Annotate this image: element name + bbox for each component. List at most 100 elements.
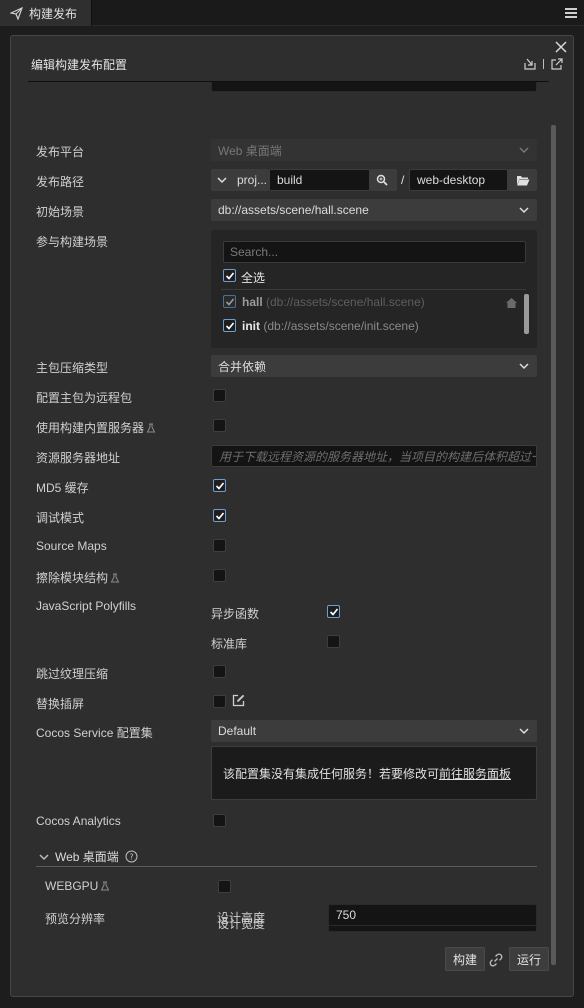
tab-build-publish[interactable]: 构建发布 — [0, 0, 92, 26]
polyfill-corejs-checkbox[interactable] — [327, 635, 340, 648]
platform-label: 发布平台 — [36, 145, 85, 159]
chevron-down-icon — [519, 207, 529, 214]
chevron-down-icon — [39, 853, 49, 860]
main-remote-checkbox[interactable] — [213, 389, 226, 402]
import-icon[interactable] — [524, 58, 536, 70]
home-icon — [506, 298, 517, 308]
header-actions — [524, 58, 563, 70]
replace-splash-label: 替换插屏 — [36, 697, 85, 711]
design-height-label: 设计高度 — [217, 911, 266, 925]
main-remote-label: 配置主包为远程包 — [36, 391, 133, 405]
compression-select[interactable]: 合并依赖 — [211, 355, 537, 377]
service-message: 该配置集没有集成任何服务！若要修改可 前往服务面板 — [211, 746, 537, 800]
help-icon[interactable]: ? — [125, 850, 138, 863]
run-button[interactable]: 运行 — [509, 947, 549, 971]
polyfills-label: JavaScript Polyfills — [36, 599, 137, 613]
skip-texture-checkbox[interactable] — [213, 665, 226, 678]
dialog-scrollbar[interactable] — [551, 125, 556, 965]
open-folder-button[interactable] — [508, 169, 537, 191]
erase-modules-label: 擦除模块结构 — [36, 569, 120, 586]
polyfill-async-checkbox[interactable] — [327, 605, 340, 618]
build-config-dialog: 编辑构建发布配置 发布平台 Web 桌面端 发布路径 proj... build… — [10, 35, 574, 997]
scene-divider — [221, 289, 526, 290]
link-icon[interactable] — [489, 953, 503, 967]
server-url-label: 资源服务器地址 — [36, 451, 121, 465]
web-section-header[interactable]: Web 桌面端 ? — [39, 848, 138, 865]
close-icon[interactable] — [555, 41, 567, 53]
scene-name: hall — [242, 295, 263, 309]
scene-search-input[interactable]: Search... — [223, 241, 526, 263]
scene-path: (db://assets/scene/init.scene) — [263, 319, 419, 333]
check-icon — [215, 512, 225, 520]
check-icon — [225, 298, 235, 306]
md5-label: MD5 缓存 — [36, 481, 89, 495]
scenes-label: 参与构建场景 — [36, 235, 109, 249]
compression-value: 合并依赖 — [218, 359, 267, 374]
hamburger-menu-icon[interactable] — [564, 6, 578, 20]
server-url-input[interactable]: 用于下载远程资源的服务器地址，当项目的构建后体积超过一 — [211, 445, 537, 467]
path-separator: / — [401, 173, 405, 187]
scene-init-checkbox[interactable] — [223, 319, 236, 332]
resolution-label: 预览分辨率 — [45, 912, 106, 926]
debug-checkbox[interactable] — [213, 509, 226, 522]
select-all-checkbox[interactable] — [223, 269, 236, 282]
source-maps-label: Source Maps — [36, 539, 107, 553]
replace-splash-checkbox[interactable] — [213, 695, 226, 708]
experimental-flask-icon — [110, 573, 120, 583]
start-scene-select[interactable]: db://assets/scene/hall.scene — [211, 199, 537, 221]
cocos-service-value: Default — [218, 724, 257, 738]
chevron-down-icon — [519, 363, 529, 370]
builtin-server-label: 使用构建内置服务器 — [36, 419, 156, 436]
scene-hall-checkbox[interactable] — [223, 295, 236, 308]
path-label: 发布路径 — [36, 175, 85, 189]
config-form: 发布平台 Web 桌面端 发布路径 proj... build / web-de… — [11, 82, 553, 932]
export-icon[interactable] — [551, 58, 563, 70]
path-folder-input[interactable]: build — [269, 169, 370, 191]
web-section-title: Web 桌面端 — [55, 850, 119, 864]
md5-checkbox[interactable] — [213, 479, 226, 492]
search-icon — [376, 174, 388, 186]
service-panel-link[interactable]: 前往服务面板 — [439, 765, 511, 782]
polyfill-corejs-label: 标准库 — [211, 637, 248, 651]
build-button[interactable]: 构建 — [445, 947, 485, 971]
start-scene-value: db://assets/scene/hall.scene — [218, 203, 369, 217]
check-icon — [215, 482, 225, 490]
source-maps-checkbox[interactable] — [213, 539, 226, 552]
check-icon — [225, 322, 235, 330]
scene-item[interactable]: hall (db://assets/scene/hall.scene) — [242, 295, 425, 309]
tab-bar: 构建发布 — [0, 0, 584, 26]
select-all-label: 全选 — [241, 271, 266, 285]
path-search-button[interactable] — [370, 169, 397, 191]
path-prefix-select[interactable]: proj... — [211, 169, 269, 191]
webgpu-checkbox[interactable] — [218, 880, 231, 893]
chevron-down-icon — [217, 177, 227, 184]
check-icon — [329, 608, 339, 616]
scene-list-panel: Search... 全选 hall (db://assets/scene/hal… — [211, 230, 537, 348]
platform-select[interactable]: Web 桌面端 — [211, 139, 537, 161]
start-scene-label: 初始场景 — [36, 205, 85, 219]
analytics-label: Cocos Analytics — [36, 814, 121, 828]
debug-label: 调试模式 — [36, 511, 85, 525]
cocos-service-label: Cocos Service 配置集 — [36, 726, 153, 740]
svg-text:?: ? — [129, 853, 133, 862]
edit-icon[interactable] — [232, 694, 245, 707]
compression-label: 主包压缩类型 — [36, 361, 109, 375]
scene-list-scrollbar[interactable] — [524, 294, 529, 334]
chevron-down-icon — [519, 728, 529, 735]
scene-path: (db://assets/scene/hall.scene) — [266, 295, 425, 309]
analytics-checkbox[interactable] — [213, 814, 226, 827]
chevron-down-icon — [519, 147, 529, 154]
game-name-input-clipped[interactable] — [211, 82, 537, 92]
path-subfolder-input[interactable]: web-desktop — [409, 169, 508, 191]
design-height-input[interactable]: 750 — [328, 904, 537, 926]
folder-open-icon — [517, 175, 530, 185]
check-icon — [225, 272, 235, 280]
erase-modules-checkbox[interactable] — [213, 569, 226, 582]
scene-item[interactable]: init (db://assets/scene/init.scene) — [242, 319, 419, 333]
builtin-server-checkbox[interactable] — [213, 419, 226, 432]
path-prefix: proj... — [237, 173, 268, 187]
polyfill-async-label: 异步函数 — [211, 607, 260, 621]
skip-texture-label: 跳过纹理压缩 — [36, 667, 109, 681]
webgpu-label: WEBGPU — [45, 879, 110, 893]
cocos-service-select[interactable]: Default — [211, 720, 537, 742]
